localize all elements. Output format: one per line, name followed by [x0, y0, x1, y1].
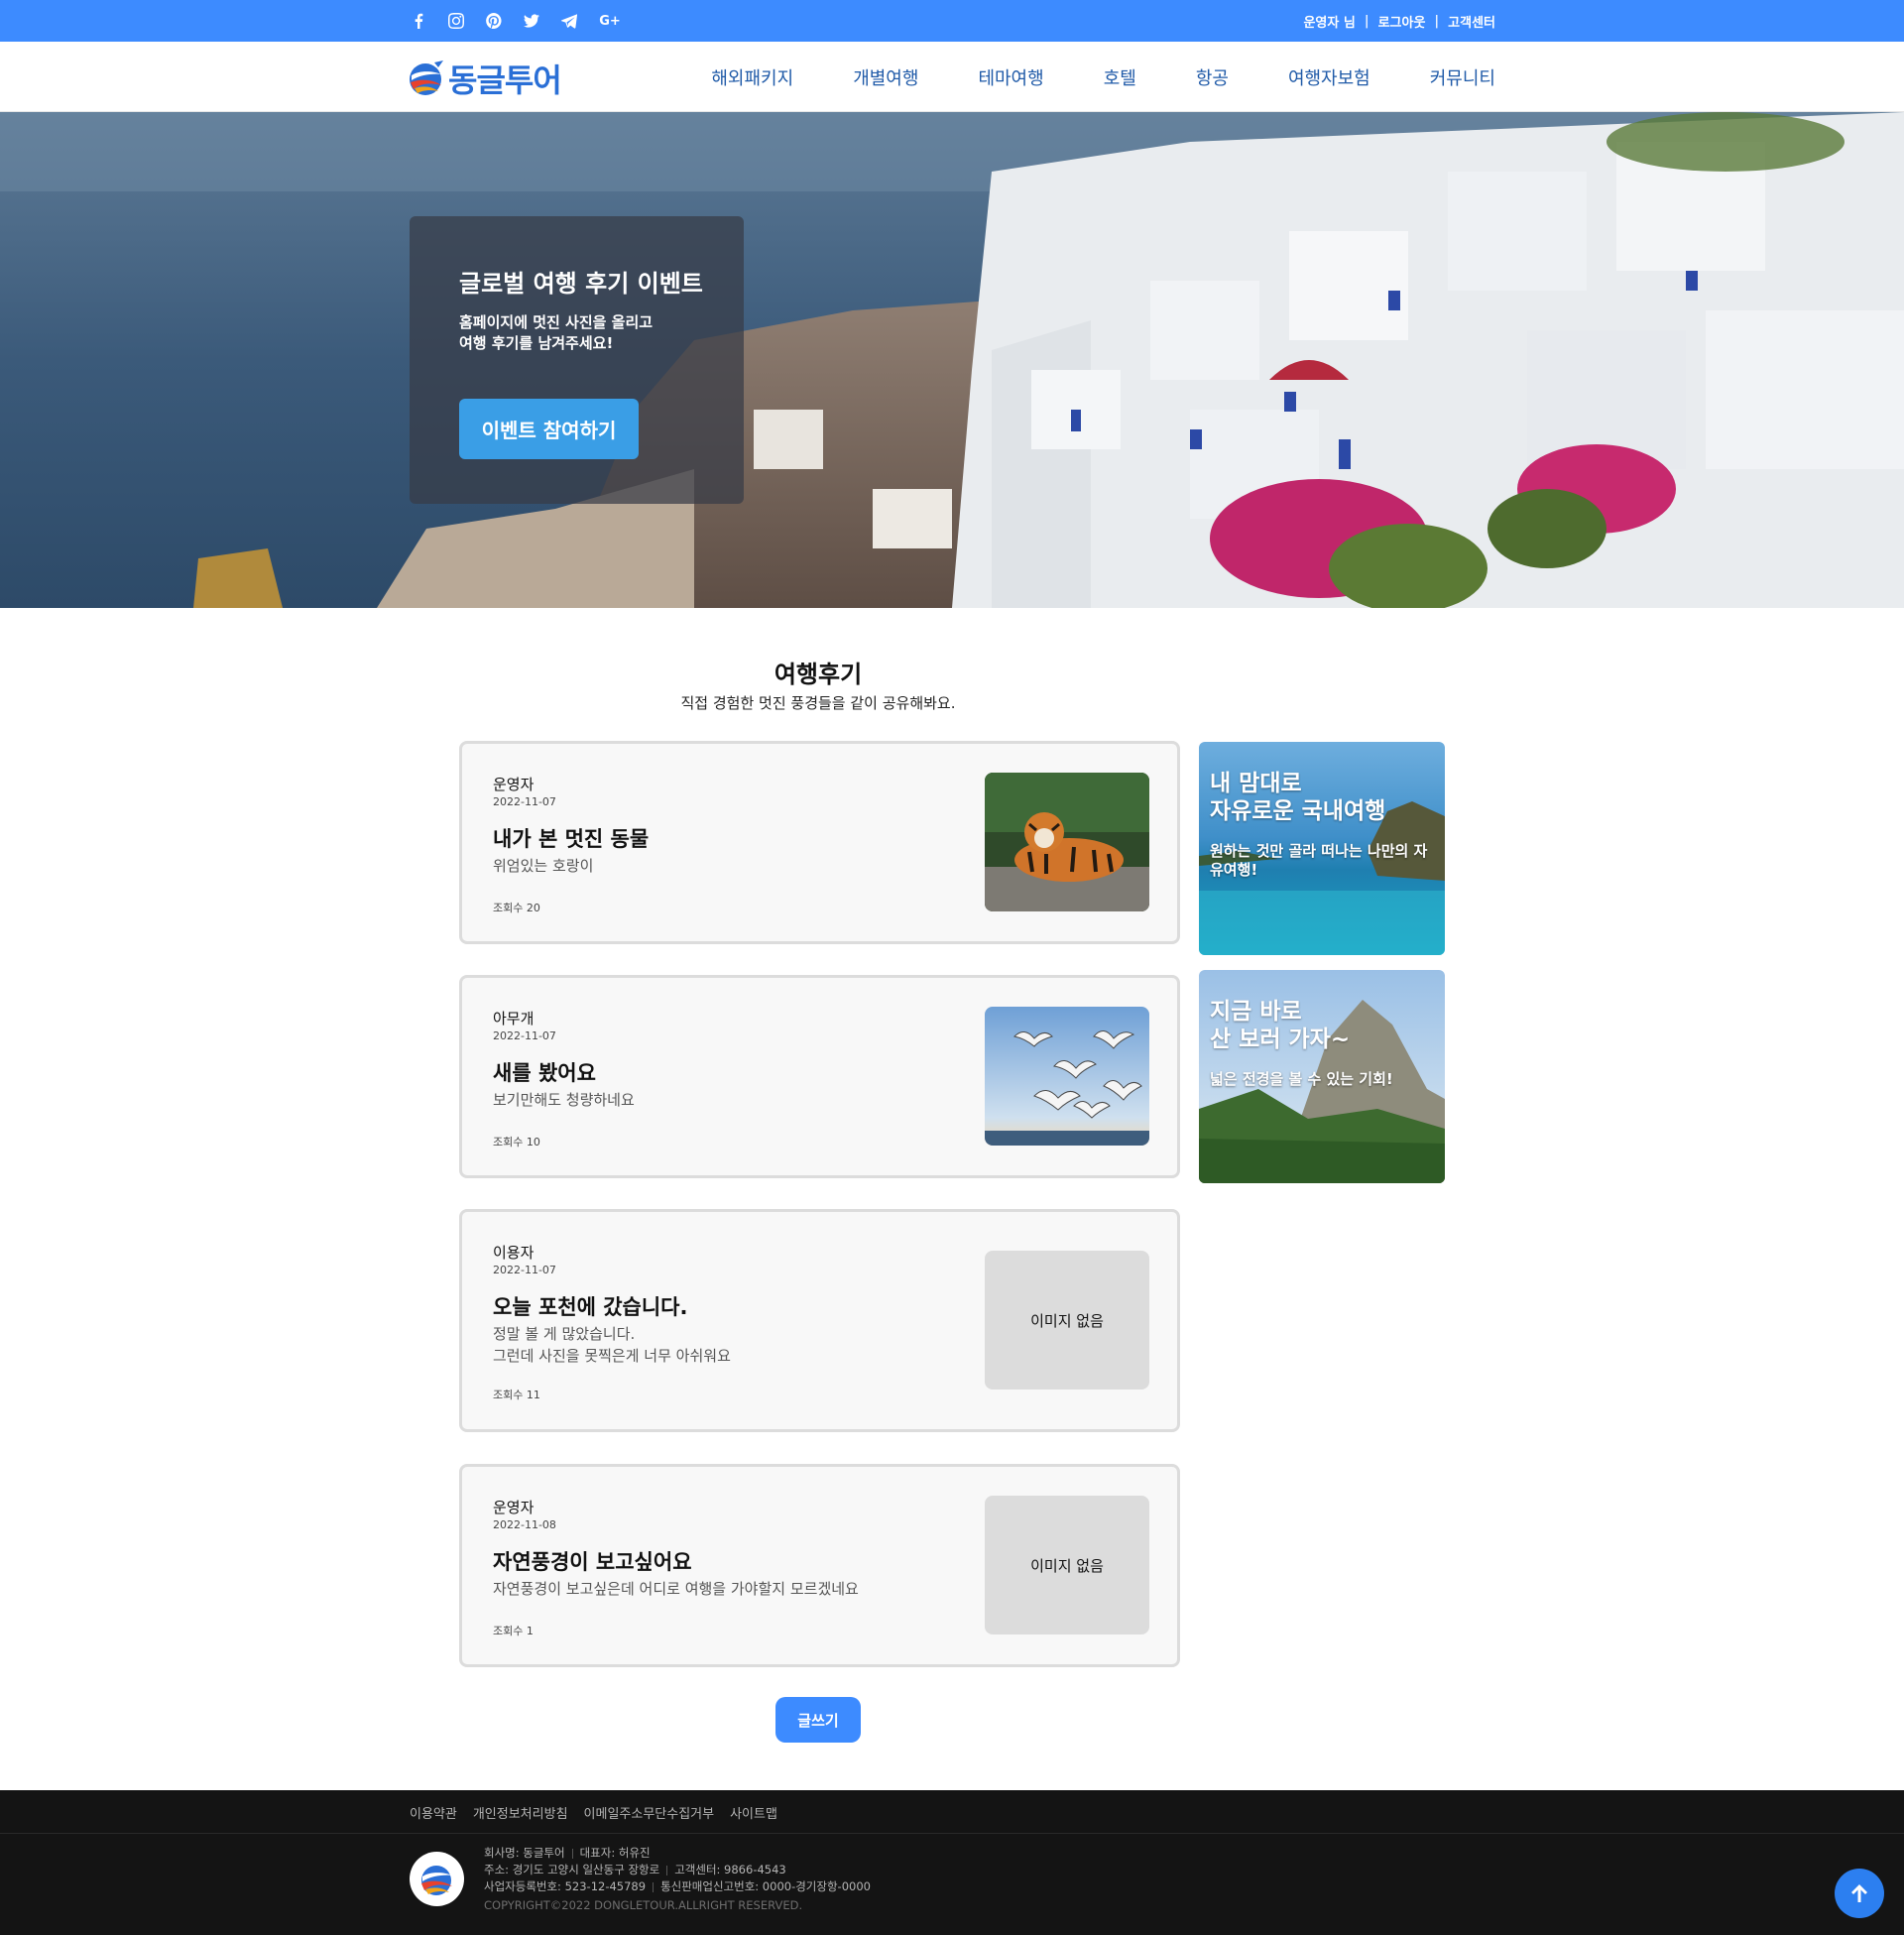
review-author: 운영자	[493, 1499, 535, 1516]
nav-item-overseas-package[interactable]: 해외패키지	[711, 64, 793, 90]
banner-title: 지금 바로 산 보러 가자~	[1210, 999, 1351, 1052]
globe-logo-icon	[410, 60, 443, 95]
review-thumbnail	[985, 773, 1149, 911]
event-text-line1: 홈페이지에 멋진 사진을 올리고	[459, 313, 654, 331]
write-button[interactable]: 글쓰기	[775, 1697, 861, 1743]
ceo-name: 대표자: 허유진	[579, 1846, 651, 1860]
top-bar: G+ 운영자 님 | 로그아웃 | 고객센터	[0, 0, 1904, 42]
banner-title: 내 맘대로 자유로운 국내여행	[1210, 771, 1386, 824]
review-desc: 보기만해도 청량하네요	[493, 1091, 635, 1109]
review-views: 조회수 1	[493, 1625, 534, 1637]
tiger-image	[985, 773, 1149, 911]
review-date: 2022-11-07	[493, 1264, 556, 1276]
event-box: 글로벌 여행 후기 이벤트 홈페이지에 멋진 사진을 올리고 여행 후기를 남겨…	[410, 216, 744, 504]
biz-number: 사업자등록번호: 523-12-45789	[484, 1879, 647, 1893]
review-author: 아무개	[493, 1010, 535, 1028]
review-author: 운영자	[493, 776, 535, 793]
footer-logo	[410, 1852, 464, 1906]
social-links: G+	[410, 0, 622, 42]
domestic-travel-banner[interactable]: 내 맘대로 자유로운 국내여행 원하는 것만 골라 떠나는 나만의 자유여행!	[1199, 742, 1445, 955]
globe-logo-icon	[420, 1865, 452, 1895]
company-address: 주소: 경기도 고양시 일산동구 장항로	[484, 1863, 660, 1876]
main-nav: 해외패키지 개별여행 테마여행 호텔 항공 여행자보험 커뮤니티	[711, 42, 1495, 112]
footer-link-sitemap[interactable]: 사이트맵	[730, 1803, 777, 1822]
section-title: 여행후기	[774, 661, 863, 688]
review-title: 새를 봤어요	[493, 1061, 596, 1085]
mail-order-number: 통신판매업신고번호: 0000-경기장항-0000	[660, 1879, 871, 1893]
footer-link-privacy[interactable]: 개인정보처리방침	[473, 1803, 568, 1822]
divider: |	[1364, 13, 1369, 29]
review-views: 조회수 10	[493, 1136, 540, 1149]
company-name: 회사명: 동글투어	[484, 1846, 565, 1860]
review-desc: 위엄있는 호랑이	[493, 857, 594, 875]
no-image-placeholder: 이미지 없음	[985, 1496, 1149, 1634]
logo[interactable]: 동글투어	[409, 56, 562, 101]
telegram-icon[interactable]	[560, 12, 578, 30]
twitter-icon[interactable]	[523, 12, 540, 30]
review-title: 자연풍경이 보고싶어요	[493, 1550, 692, 1574]
review-card[interactable]: 운영자 2022-11-07 내가 본 멋진 동물 위엄있는 호랑이 조회수 2…	[459, 741, 1180, 944]
company-info: 회사명: 동글투어 대표자: 허유진 주소: 경기도 고양시 일산동구 장항로 고객…	[484, 1845, 871, 1914]
instagram-icon[interactable]	[447, 12, 465, 30]
review-thumbnail	[985, 1007, 1149, 1146]
banner-desc: 원하는 것만 골라 떠나는 나만의 자유여행!	[1210, 842, 1428, 879]
banner-desc: 넓은 전경을 볼 수 있는 기회!	[1210, 1070, 1393, 1088]
review-views: 조회수 20	[493, 902, 540, 914]
nav-item-travel-insurance[interactable]: 여행자보험	[1288, 64, 1370, 90]
review-card[interactable]: 이용자 2022-11-07 오늘 포천에 갔습니다. 정말 볼 게 많았습니다…	[459, 1209, 1180, 1432]
divider: |	[1434, 13, 1440, 29]
facebook-icon[interactable]	[410, 12, 427, 30]
arrow-up-icon	[1851, 1884, 1867, 1902]
footer-link-terms[interactable]: 이용약관	[410, 1803, 457, 1822]
section-subtitle: 직접 경험한 멋진 풍경들을 같이 공유해봐요.	[680, 694, 956, 712]
user-name: 운영자 님	[1303, 15, 1356, 31]
logout-link[interactable]: 로그아웃	[1378, 12, 1426, 31]
review-title: 오늘 포천에 갔습니다.	[493, 1295, 688, 1319]
no-image-placeholder: 이미지 없음	[985, 1251, 1149, 1390]
cs-phone: 고객센터: 9866-4543	[674, 1863, 786, 1876]
user-links: 운영자 님 | 로그아웃 | 고객센터	[1303, 0, 1495, 42]
footer-links-bar: 이용약관 개인정보처리방침 이메일주소무단수집거부 사이트맵	[0, 1790, 1904, 1834]
hero-banner: 글로벌 여행 후기 이벤트 홈페이지에 멋진 사진을 올리고 여행 후기를 남겨…	[0, 112, 1904, 608]
santorini-hero-image	[0, 112, 1904, 608]
footer: 이용약관 개인정보처리방침 이메일주소무단수집거부 사이트맵 회사명: 동글투어…	[0, 1790, 1904, 1935]
review-card[interactable]: 운영자 2022-11-08 자연풍경이 보고싶어요 자연풍경이 보고싶은데 어…	[459, 1464, 1180, 1667]
review-card[interactable]: 아무개 2022-11-07 새를 봤어요 보기만해도 청량하네요 조회수 10	[459, 975, 1180, 1178]
event-title: 글로벌 여행 후기 이벤트	[459, 270, 703, 298]
nav-item-flight[interactable]: 항공	[1196, 64, 1229, 90]
nav-item-community[interactable]: 커뮤니티	[1430, 64, 1495, 90]
header: 동글투어 해외패키지 개별여행 테마여행 호텔 항공 여행자보험 커뮤니티	[0, 42, 1904, 112]
review-desc: 자연풍경이 보고싶은데 어디로 여행을 가야할지 모르겠네요	[493, 1580, 859, 1598]
pinterest-icon[interactable]	[485, 12, 503, 30]
nav-item-individual-travel[interactable]: 개별여행	[853, 64, 918, 90]
join-event-button[interactable]: 이벤트 참여하기	[459, 399, 639, 459]
mountain-banner[interactable]: 지금 바로 산 보러 가자~ 넓은 전경을 볼 수 있는 기회!	[1199, 970, 1445, 1183]
nav-item-theme-travel[interactable]: 테마여행	[978, 64, 1043, 90]
footer-link-email-refusal[interactable]: 이메일주소무단수집거부	[584, 1803, 715, 1822]
review-views: 조회수 11	[493, 1389, 540, 1401]
review-date: 2022-11-08	[493, 1518, 556, 1531]
google-plus-icon[interactable]: G+	[598, 12, 622, 30]
review-date: 2022-11-07	[493, 1029, 556, 1042]
nav-item-hotel[interactable]: 호텔	[1104, 64, 1136, 90]
review-desc: 정말 볼 게 많았습니다. 그런데 사진을 못찍은게 너무 아쉬워요	[493, 1325, 731, 1365]
footer-links: 이용약관 개인정보처리방침 이메일주소무단수집거부 사이트맵	[410, 1790, 777, 1834]
review-date: 2022-11-07	[493, 795, 556, 808]
logo-text: 동글투어	[448, 61, 562, 99]
event-text-line2: 여행 후기를 남겨주세요!	[459, 334, 614, 352]
support-link[interactable]: 고객센터	[1448, 12, 1495, 31]
seagulls-image	[985, 1007, 1149, 1146]
scroll-to-top-button[interactable]	[1835, 1869, 1884, 1918]
copyright: COPYRIGHT©2022 DONGLETOUR.ALLRIGHT RESER…	[484, 1898, 803, 1912]
review-author: 이용자	[493, 1244, 535, 1262]
review-title: 내가 본 멋진 동물	[493, 827, 650, 851]
